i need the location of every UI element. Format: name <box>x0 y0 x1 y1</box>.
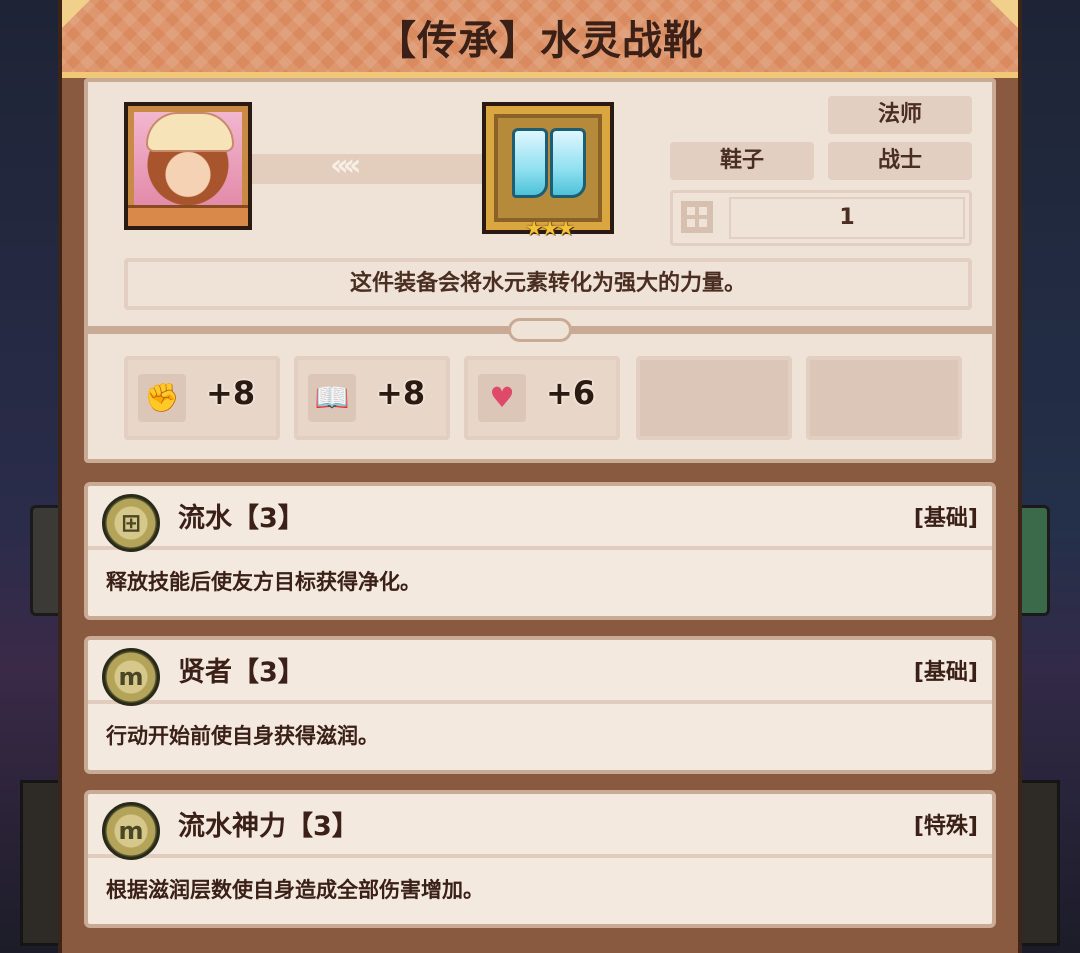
skill-description: 行动开始前使自身获得滋润。 <box>106 724 379 748</box>
equipment-detail-panel: 【传承】水灵战靴 ‹‹‹‹ ★★★ 法师 鞋子 战士 1 这件装备会将水元素转化… <box>58 0 1022 953</box>
sage-rune-icon: m <box>102 802 160 860</box>
stat-value: +6 <box>546 374 596 412</box>
side-panel-left <box>20 780 63 946</box>
side-panel-right <box>1017 780 1060 946</box>
character-hat <box>146 112 234 152</box>
heart-icon: ♥ <box>478 374 526 422</box>
level-value: 1 <box>729 197 965 239</box>
book-icon: 📖 <box>308 374 356 422</box>
sage-rune-icon: m <box>102 648 160 706</box>
stat-value: +8 <box>376 374 426 412</box>
title-bar: 【传承】水灵战靴 <box>62 0 1018 78</box>
portrait-strip <box>128 205 248 226</box>
skill-name: 贤者【3】 <box>178 657 305 688</box>
stat-slot-empty <box>806 356 962 440</box>
skill-type: [基础] <box>913 660 978 685</box>
tag-warrior: 战士 <box>828 142 972 180</box>
item-icon-frame[interactable]: ★★★ <box>482 102 614 240</box>
skill-name: 流水【3】 <box>178 503 305 534</box>
character-portrait[interactable] <box>124 102 252 230</box>
boot-left <box>512 128 548 198</box>
level-row: 1 <box>670 190 972 246</box>
tag-mage: 法师 <box>828 96 972 134</box>
skill-type: [特殊] <box>913 814 978 839</box>
tag-shoes: 鞋子 <box>670 142 814 180</box>
skill-description: 释放技能后使友方目标获得净化。 <box>106 570 421 594</box>
water-rune-icon: ⊞ <box>102 494 160 552</box>
stat-intelligence: 📖 +8 <box>294 356 450 440</box>
skill-description: 根据滋润层数使自身造成全部伤害增加。 <box>106 878 484 902</box>
skill-card[interactable]: m 流水神力【3】 [特殊] 根据滋润层数使自身造成全部伤害增加。 <box>84 790 996 928</box>
stat-strength: ✊ +8 <box>124 356 280 440</box>
skill-name: 流水神力【3】 <box>178 811 359 842</box>
fist-icon: ✊ <box>138 374 186 422</box>
divider-ornament <box>508 318 572 342</box>
item-title: 【传承】水灵战靴 <box>376 18 704 64</box>
skill-type: [基础] <box>913 506 978 531</box>
grid-icon <box>681 201 713 233</box>
stat-slot-empty <box>636 356 792 440</box>
stat-health: ♥ +6 <box>464 356 620 440</box>
chevron-left-icon: ‹‹‹‹ <box>330 148 362 183</box>
star-rating: ★★★ <box>525 216 575 240</box>
water-boots-icon <box>494 114 602 222</box>
skill-card[interactable]: ⊞ 流水【3】 [基础] 释放技能后使友方目标获得净化。 <box>84 482 996 620</box>
stat-value: +8 <box>206 374 256 412</box>
transfer-connector: ‹‹‹‹ <box>252 148 482 184</box>
skill-card[interactable]: m 贤者【3】 [基础] 行动开始前使自身获得滋润。 <box>84 636 996 774</box>
boot-right <box>550 128 586 198</box>
item-description: 这件装备会将水元素转化为强大的力量。 <box>124 258 972 310</box>
item-info-card: ‹‹‹‹ ★★★ 法师 鞋子 战士 1 这件装备会将水元素转化为强大的力量。 ✊… <box>84 78 996 463</box>
